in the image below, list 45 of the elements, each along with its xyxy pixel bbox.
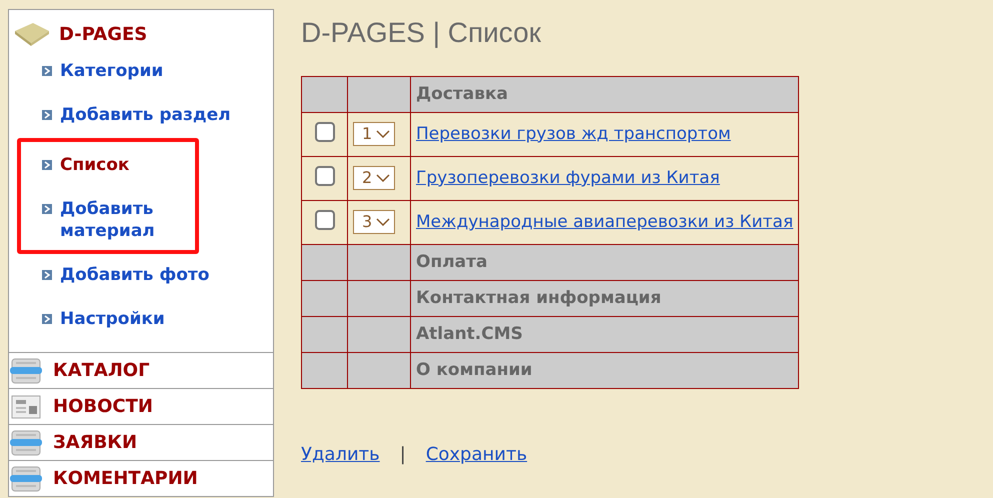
- table-cell: [348, 352, 410, 388]
- chevron-down-icon: [376, 218, 390, 226]
- calendar-icon: [9, 464, 43, 492]
- table-cell: [348, 280, 410, 316]
- order-select[interactable]: 3: [353, 210, 396, 234]
- menu-link[interactable]: Добавить раздел: [60, 104, 231, 126]
- section-header[interactable]: КОМЕНТАРИИ: [9, 460, 273, 496]
- group-heading: Доставка: [410, 76, 799, 112]
- section-title: D-PAGES: [59, 22, 148, 46]
- book-icon: [13, 21, 51, 47]
- bullet-icon: [42, 314, 52, 324]
- save-link[interactable]: Сохранить: [426, 441, 528, 468]
- section-header[interactable]: НОВОСТИ: [9, 388, 273, 424]
- group-heading: Контактная информация: [410, 280, 799, 316]
- calendar-icon: [9, 356, 43, 384]
- chevron-down-icon: [376, 174, 390, 182]
- table-cell: [302, 316, 348, 352]
- group-heading: О компании: [410, 352, 799, 388]
- separator: |: [400, 443, 406, 467]
- bullet-icon: [42, 270, 52, 280]
- menu-link[interactable]: Список: [60, 154, 130, 176]
- menu-link[interactable]: Настройки: [60, 308, 165, 330]
- chevron-down-icon: [376, 130, 390, 138]
- bullet-icon: [42, 66, 52, 76]
- table-cell: [348, 316, 410, 352]
- menu-link[interactable]: Добавить фото: [60, 264, 210, 286]
- page-title: D-PAGES | Список: [301, 16, 542, 50]
- delete-link[interactable]: Удалить: [301, 441, 380, 468]
- menu-link[interactable]: Категории: [60, 60, 164, 82]
- bullet-icon: [42, 110, 52, 120]
- bullet-icon: [42, 160, 52, 170]
- order-select[interactable]: 2: [353, 166, 396, 190]
- table-cell: [302, 352, 348, 388]
- row-checkbox[interactable]: [314, 122, 334, 142]
- row-checkbox[interactable]: [314, 166, 334, 186]
- order-select[interactable]: 1: [353, 122, 396, 146]
- table-cell: [302, 280, 348, 316]
- calendar-icon: [9, 428, 43, 456]
- bullet-icon: [42, 204, 52, 214]
- section-header[interactable]: ЗАЯВКИ: [9, 424, 273, 460]
- row-checkbox[interactable]: [314, 210, 334, 230]
- section-header[interactable]: КАТАЛОГ: [9, 352, 273, 388]
- group-heading: Atlant.CMS: [410, 316, 799, 352]
- group-heading: Оплата: [410, 244, 799, 280]
- menu-link[interactable]: Добавить материал: [60, 198, 190, 242]
